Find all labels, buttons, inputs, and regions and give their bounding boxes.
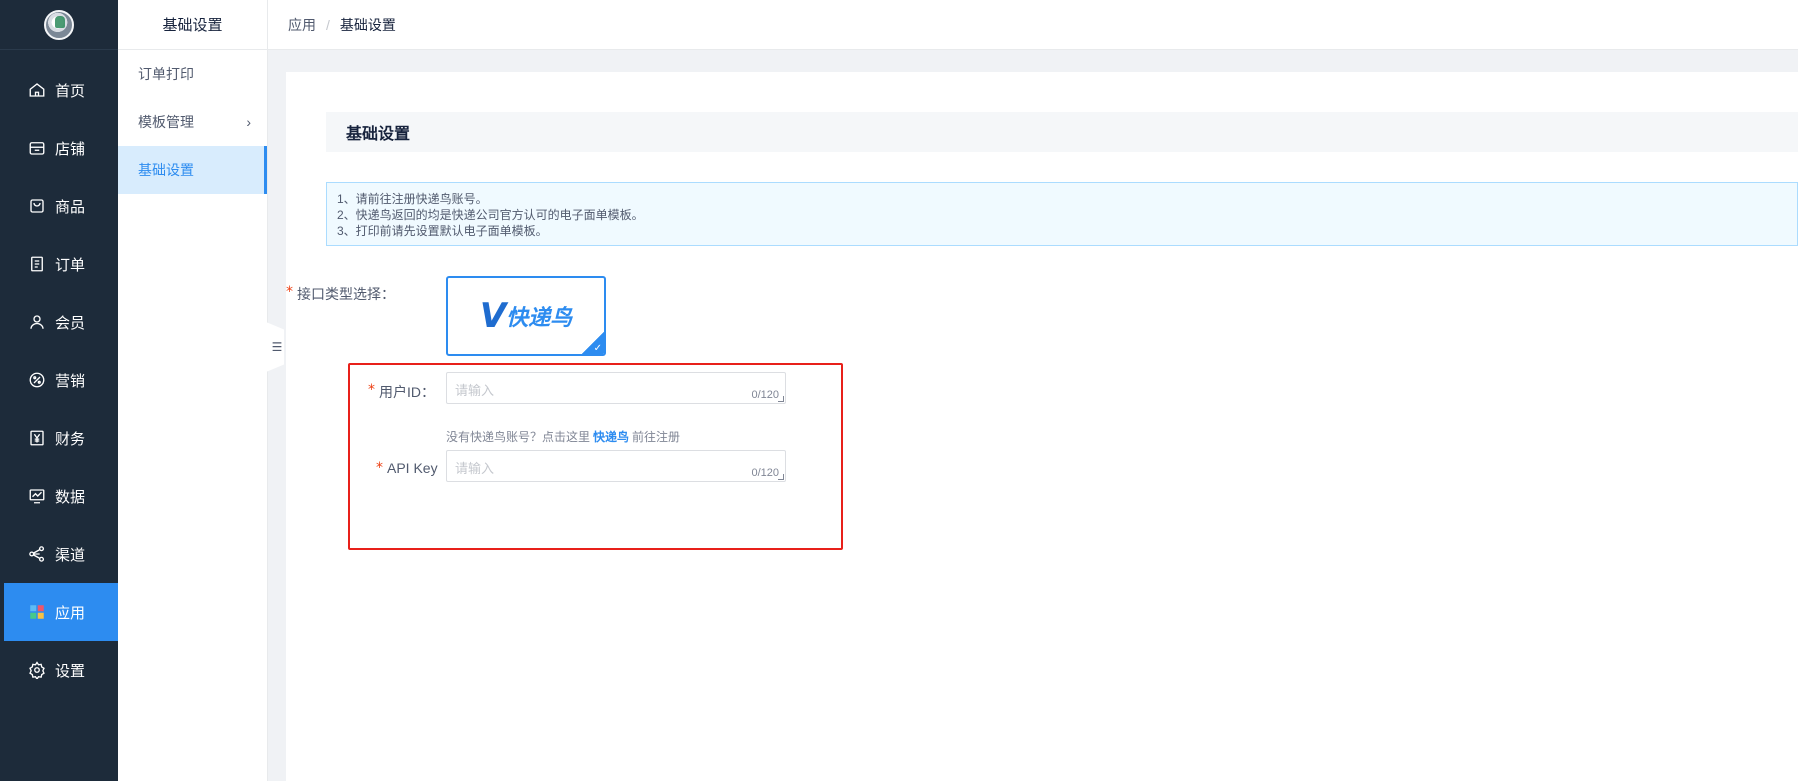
resize-handle[interactable] bbox=[778, 474, 784, 480]
breadcrumb: 应用 / 基础设置 bbox=[288, 15, 396, 35]
nav-item-label: 渠道 bbox=[55, 546, 86, 564]
bag-icon bbox=[30, 199, 44, 213]
document-icon bbox=[31, 256, 43, 272]
api-key-row: * API Key bbox=[376, 460, 438, 476]
submenu-title: 基础设置 bbox=[118, 0, 267, 50]
collapse-menu-button[interactable]: ☰ bbox=[266, 322, 284, 372]
nav-item-label: 首页 bbox=[55, 82, 86, 100]
nav-item-orders[interactable]: 订单 bbox=[4, 235, 118, 293]
notice-line: 3、打印前请先设置默认电子面单模板。 bbox=[337, 224, 548, 238]
user-id-row: * 用户ID： bbox=[368, 382, 435, 402]
chart-icon bbox=[29, 489, 45, 504]
nav-item-store[interactable]: 店铺 bbox=[4, 119, 118, 177]
nav-item-label: 店铺 bbox=[55, 140, 86, 158]
nav-item-label: 财务 bbox=[55, 430, 86, 448]
store-icon bbox=[29, 142, 45, 155]
header: 应用 / 基础设置 bbox=[268, 0, 1798, 50]
nav-item-members[interactable]: 会员 bbox=[4, 293, 118, 351]
nav-item-label: 设置 bbox=[55, 662, 86, 680]
nav-item-data[interactable]: 数据 bbox=[4, 467, 118, 525]
api-key-placeholder: 请输入 bbox=[455, 461, 495, 476]
menu-fold-icon: ☰ bbox=[271, 340, 283, 354]
nav-item-home[interactable]: 首页 bbox=[4, 61, 118, 119]
nav-item-goods[interactable]: 商品 bbox=[4, 177, 118, 235]
notice-alert: 1、请前往注册快递鸟账号。 2、快递鸟返回的均是快递公司官方认可的电子面单模板。… bbox=[326, 182, 1798, 246]
avatar-logo bbox=[44, 9, 74, 40]
user-id-input[interactable]: 请输入 0/120 bbox=[446, 372, 786, 404]
notice-line: 2、快递鸟返回的均是快递公司官方认可的电子面单模板。 bbox=[337, 208, 644, 222]
logo[interactable] bbox=[0, 0, 118, 50]
api-key-label: API Key bbox=[387, 460, 438, 476]
nav-item-apps[interactable]: 应用 bbox=[4, 583, 118, 641]
breadcrumb-separator: / bbox=[326, 16, 330, 33]
nav-list: 首页 店铺 商品 订单 会员 营销 财务 数据 渠道 应用 设置 bbox=[0, 61, 118, 699]
interface-type-label: 接口类型选择： bbox=[297, 286, 395, 302]
api-key-input[interactable]: 请输入 0/120 bbox=[446, 450, 786, 482]
main-nav: 首页 店铺 商品 订单 会员 营销 财务 数据 渠道 应用 设置 bbox=[0, 0, 118, 781]
nav-item-label: 商品 bbox=[55, 198, 86, 216]
share-icon bbox=[29, 546, 45, 562]
gear-icon bbox=[29, 661, 45, 679]
kuaidiniao-logo: V 快递鸟 bbox=[479, 296, 573, 336]
selected-corner: ✓ bbox=[582, 332, 604, 354]
register-hint: 没有快递鸟账号？点击这里 快递鸟 前往注册 bbox=[446, 430, 681, 444]
user-icon bbox=[30, 315, 44, 329]
submenu-item-label: 模板管理 bbox=[138, 114, 194, 130]
required-mark: * bbox=[368, 382, 375, 398]
required-mark: * bbox=[376, 460, 383, 476]
submenu-item-label: 订单打印 bbox=[138, 66, 194, 82]
interface-option-kuaidiniao[interactable]: V 快递鸟 ✓ bbox=[446, 276, 606, 356]
nav-item-label: 营销 bbox=[55, 372, 86, 390]
interface-type-row: * 接口类型选择： bbox=[286, 284, 395, 304]
home-icon bbox=[29, 83, 45, 97]
notice-line: 1、请前往注册快递鸟账号。 bbox=[337, 192, 488, 206]
submenu-item-order-print[interactable]: 订单打印 bbox=[118, 50, 267, 98]
nav-item-marketing[interactable]: 营销 bbox=[4, 351, 118, 409]
user-id-placeholder: 请输入 bbox=[455, 383, 495, 398]
resize-handle[interactable] bbox=[778, 396, 784, 402]
marketing-icon bbox=[29, 372, 45, 388]
breadcrumb-item-apps[interactable]: 应用 bbox=[288, 15, 316, 35]
nav-item-settings[interactable]: 设置 bbox=[4, 641, 118, 699]
section-title: 基础设置 bbox=[326, 112, 1798, 152]
nav-item-label: 会员 bbox=[55, 314, 86, 332]
nav-item-label: 订单 bbox=[55, 256, 86, 274]
check-icon: ✓ bbox=[593, 343, 602, 354]
content-card: 基础设置 1、请前往注册快递鸟账号。 2、快递鸟返回的均是快递公司官方认可的电子… bbox=[286, 72, 1798, 781]
user-id-label: 用户ID： bbox=[379, 384, 435, 400]
kuaidiniao-register-link[interactable]: 快递鸟 bbox=[593, 430, 629, 444]
nav-item-label: 数据 bbox=[55, 488, 86, 506]
nav-item-finance[interactable]: 财务 bbox=[4, 409, 118, 467]
nav-item-label: 应用 bbox=[55, 604, 86, 622]
required-mark: * bbox=[286, 284, 293, 300]
breadcrumb-item-current: 基础设置 bbox=[339, 16, 396, 33]
api-key-counter: 0/120 bbox=[751, 467, 779, 479]
apps-icon bbox=[30, 605, 44, 619]
submenu-item-template-manage[interactable]: 模板管理 › bbox=[118, 98, 267, 146]
user-id-counter: 0/120 bbox=[751, 389, 779, 401]
nav-item-channel[interactable]: 渠道 bbox=[4, 525, 118, 583]
yen-icon bbox=[30, 430, 44, 446]
submenu: 基础设置 订单打印 模板管理 › 基础设置 bbox=[118, 0, 268, 781]
submenu-item-basic-settings[interactable]: 基础设置 bbox=[118, 146, 267, 194]
submenu-item-label: 基础设置 bbox=[138, 162, 194, 178]
chevron-right-icon: › bbox=[246, 114, 251, 130]
